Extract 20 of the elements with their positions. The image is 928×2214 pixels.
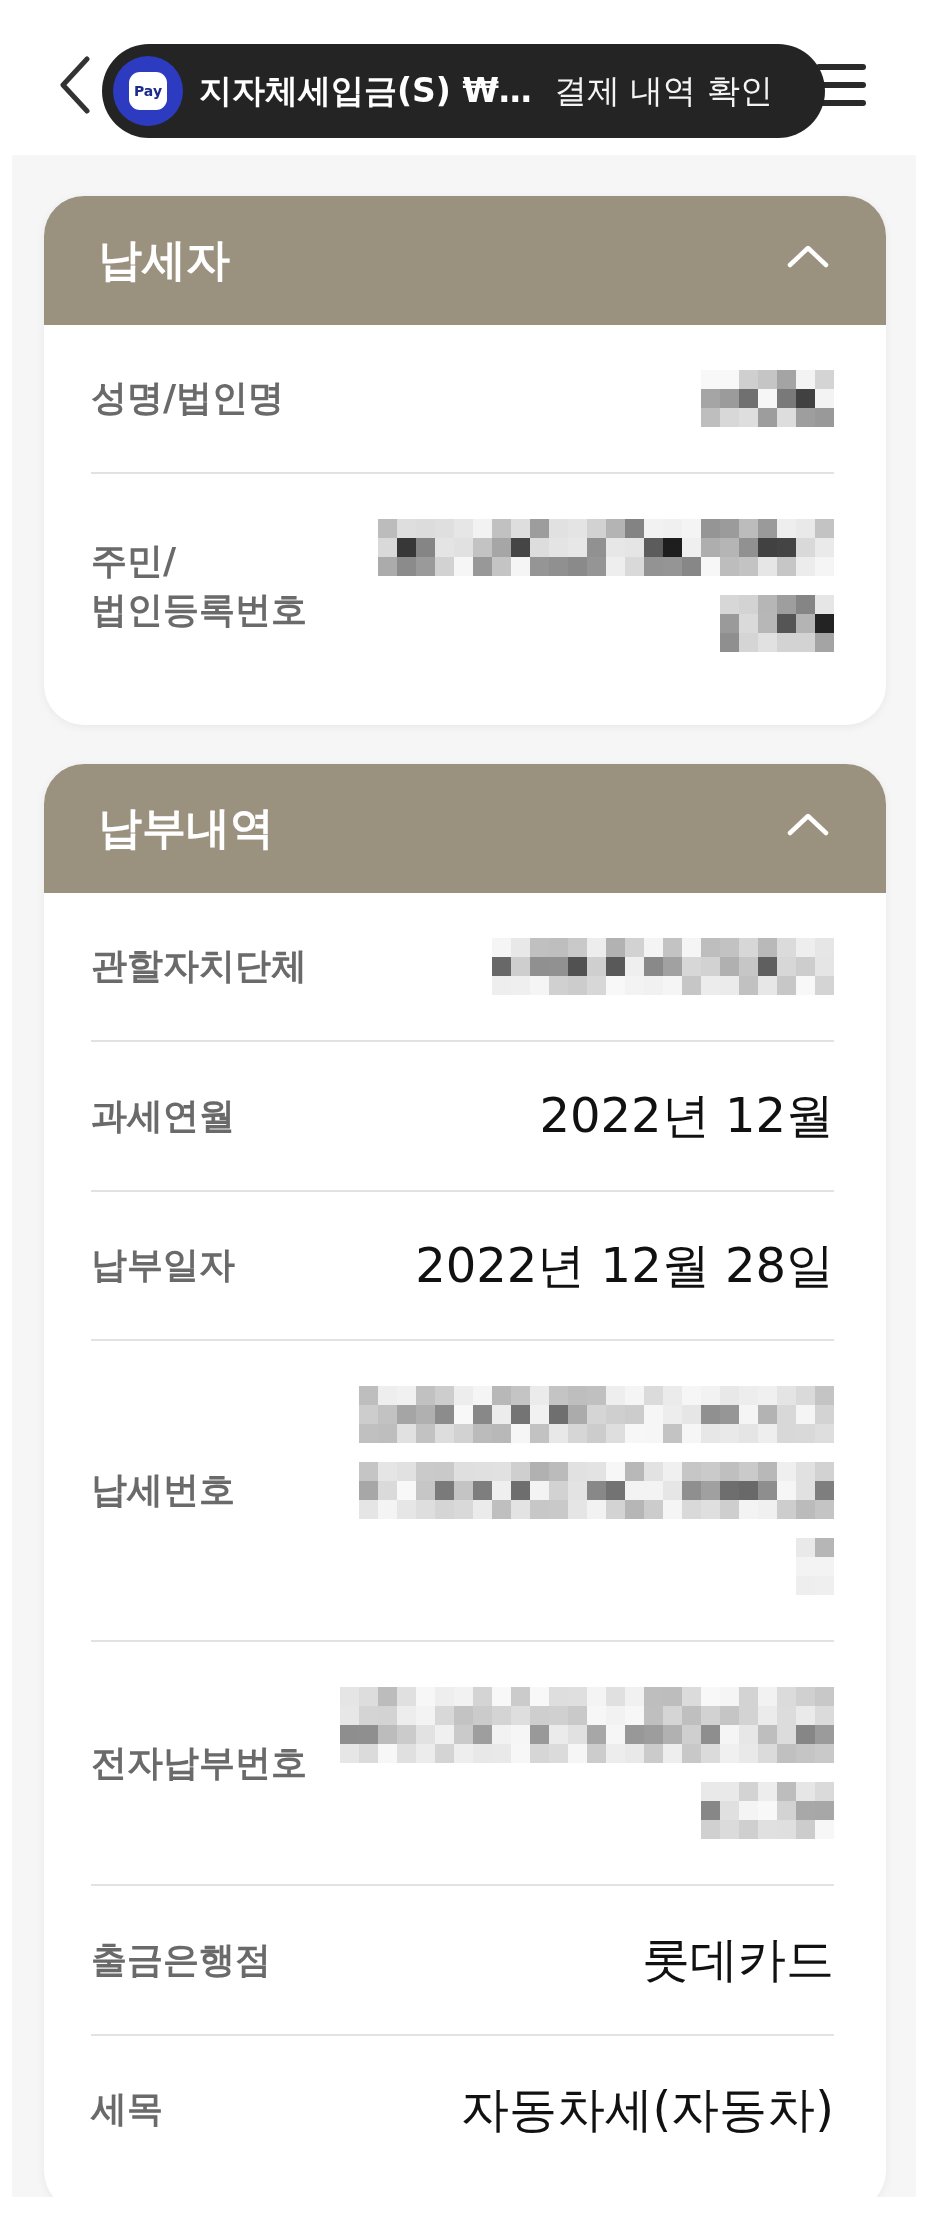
field-value: 2022년 12월 28일 [415,1236,834,1295]
field-label: 납부일자 [91,1243,235,1288]
field-label: 성명/법인명 [91,376,285,421]
field-label: 출금은행점 [91,1937,271,1982]
field-label: 과세연월 [91,1093,235,1138]
menu-icon[interactable] [816,62,866,107]
field-value: 2022년 12월 [539,1087,834,1145]
notification-message: 결제 내역 확인 [553,69,773,112]
field-label: 전자납부번호 [91,1740,307,1785]
app-badge-label: Pay [129,72,167,110]
back-icon[interactable] [59,55,91,114]
field-value: 자동차세(자동차) [460,2080,834,2139]
notification-title: 지자체세입금(S) ₩… [199,69,532,112]
field-label: 납세번호 [91,1468,235,1513]
field-label: 주민/법인등록번호 [91,538,308,632]
section-header[interactable]: 납부내역 [44,764,886,893]
field-label: 세목 [91,2087,163,2132]
field-label: 관할자치단체 [91,944,307,989]
section-header[interactable]: 납세자 [44,196,886,325]
field-value: 롯데카드 [642,1931,834,1989]
